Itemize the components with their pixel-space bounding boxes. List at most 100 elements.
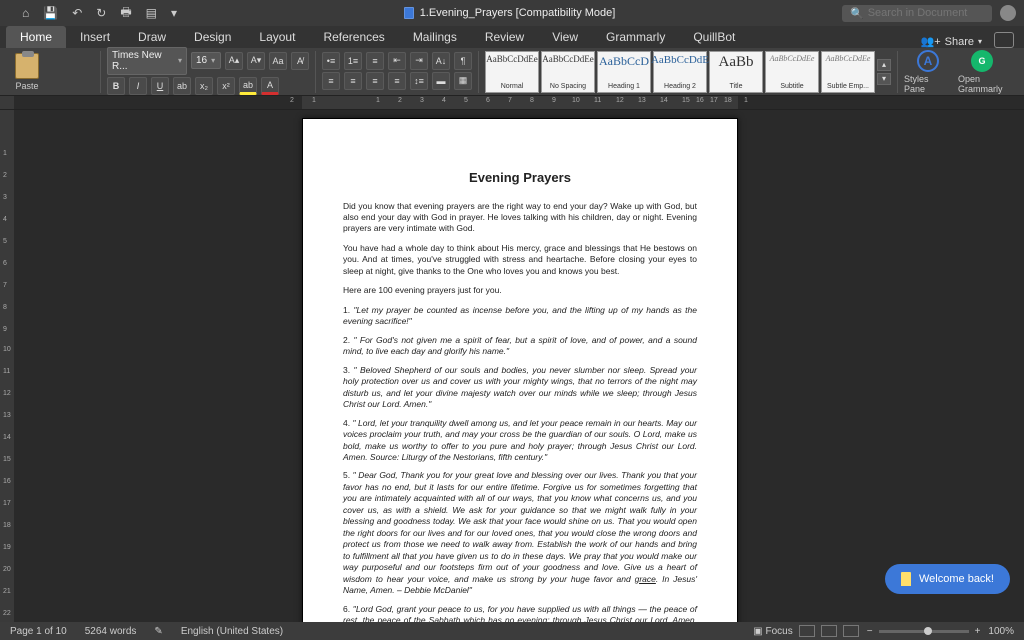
share-icon: 👥+ <box>921 35 941 48</box>
prayer-4: 4. " Lord, let your tranquility dwell am… <box>343 418 697 464</box>
zoom-slider[interactable] <box>879 630 969 633</box>
change-case-button[interactable]: Aa <box>269 52 287 70</box>
prayer-3: 3. " Beloved Shepherd of our souls and b… <box>343 365 697 411</box>
redo-icon[interactable]: ↻ <box>96 6 106 20</box>
word-count[interactable]: 5264 words <box>85 626 137 637</box>
web-layout-icon[interactable] <box>843 625 859 637</box>
strikethrough-button[interactable]: ab <box>173 77 191 95</box>
print-layout-icon[interactable] <box>821 625 837 637</box>
tab-quillbot[interactable]: QuillBot <box>679 26 749 48</box>
style-title[interactable]: AaBbTitle <box>709 51 763 93</box>
tab-design[interactable]: Design <box>180 26 245 48</box>
prayer-5: 5. " Dear God, Thank you for your great … <box>343 470 697 596</box>
style-heading1[interactable]: AaBbCcDHeading 1 <box>597 51 651 93</box>
intro-para-2: You have had a whole day to think about … <box>343 243 697 277</box>
clipboard-icon <box>15 53 39 79</box>
page-indicator[interactable]: Page 1 of 10 <box>10 626 67 637</box>
search-input[interactable] <box>868 7 984 19</box>
status-bar: Page 1 of 10 5264 words ✎ English (Unite… <box>0 622 1024 640</box>
user-avatar[interactable] <box>1000 5 1016 21</box>
align-center-button[interactable]: ≡ <box>344 72 362 90</box>
align-right-button[interactable]: ≡ <box>366 72 384 90</box>
quick-access-toolbar: ⌂ 💾 ↶ ↻ 🖶 ▤ ▾ <box>0 3 177 24</box>
prayer-1: 1. "Let my prayer be counted as incense … <box>343 305 697 328</box>
language-indicator[interactable]: English (United States) <box>181 626 283 637</box>
font-name-select[interactable]: Times New R...▾ <box>107 47 187 75</box>
tab-layout[interactable]: Layout <box>245 26 309 48</box>
tab-draw[interactable]: Draw <box>124 26 180 48</box>
horizontal-ruler[interactable]: 21 12 34 56 78 910 1112 1314 1516 1718 1 <box>0 96 1024 110</box>
activity-icon[interactable] <box>994 32 1014 48</box>
zoom-in-button[interactable]: + <box>975 626 981 637</box>
paste-button[interactable]: Paste <box>6 53 48 91</box>
tab-mailings[interactable]: Mailings <box>399 26 471 48</box>
underline-button[interactable]: U <box>151 77 169 95</box>
borders-button[interactable]: ▦ <box>454 72 472 90</box>
tab-references[interactable]: References <box>309 26 398 48</box>
welcome-toast[interactable]: Welcome back! <box>885 564 1010 594</box>
zoom-out-button[interactable]: − <box>867 626 873 637</box>
word-doc-icon <box>404 7 414 19</box>
superscript-button[interactable]: x² <box>217 77 235 95</box>
highlight-button[interactable]: ab <box>239 77 257 95</box>
zoom-level[interactable]: 100% <box>988 626 1014 637</box>
grow-font-button[interactable]: A▴ <box>225 52 243 70</box>
bookmark-icon <box>901 572 911 586</box>
spell-check-icon[interactable]: ✎ <box>154 626 162 637</box>
shading-button[interactable]: ▬ <box>432 72 450 90</box>
style-normal[interactable]: AaBbCcDdEeNormal <box>485 51 539 93</box>
style-heading2[interactable]: AaBbCcDdEHeading 2 <box>653 51 707 93</box>
preview-icon[interactable]: ▤ <box>146 6 157 20</box>
style-no-spacing[interactable]: AaBbCcDdEeNo Spacing <box>541 51 595 93</box>
indent-left-button[interactable]: ⇤ <box>388 52 406 70</box>
search-box[interactable]: 🔍 <box>842 5 992 22</box>
style-subtitle[interactable]: AaBbCcDdEeSubtitle <box>765 51 819 93</box>
numbering-button[interactable]: 1≡ <box>344 52 362 70</box>
sort-button[interactable]: A↓ <box>432 52 450 70</box>
grammarly-icon: G <box>971 50 993 72</box>
intro-para-1: Did you know that evening prayers are th… <box>343 201 697 235</box>
font-color-button[interactable]: A <box>261 77 279 95</box>
styles-gallery: AaBbCcDdEeNormal AaBbCcDdEeNo Spacing Aa… <box>485 51 891 93</box>
title-bar: ⌂ 💾 ↶ ↻ 🖶 ▤ ▾ 1.Evening_Prayers [Compati… <box>0 0 1024 26</box>
tab-home[interactable]: Home <box>6 26 66 48</box>
styles-pane-button[interactable]: A Styles Pane <box>904 50 952 94</box>
undo-icon[interactable]: ↶ <box>72 6 82 20</box>
document-page[interactable]: Evening Prayers Did you know that evenin… <box>302 118 738 622</box>
font-group: Times New R...▾ 16▾ A▴ A▾ Aa A̸ B I U ab… <box>107 47 309 97</box>
shrink-font-button[interactable]: A▾ <box>247 52 265 70</box>
focus-mode[interactable]: ▣ Focus <box>753 626 792 637</box>
document-title: 1.Evening_Prayers [Compatibility Mode] <box>177 7 842 19</box>
open-grammarly-button[interactable]: G Open Grammarly <box>958 50 1006 94</box>
multilevel-button[interactable]: ≡ <box>366 52 384 70</box>
styles-more[interactable]: ▴▾ <box>877 51 891 93</box>
tab-grammarly[interactable]: Grammarly <box>592 26 679 48</box>
line-spacing-button[interactable]: ↕≡ <box>410 72 428 90</box>
vertical-ruler[interactable]: 12 34 56 78 910 1112 1314 1516 1718 1920… <box>0 110 14 622</box>
home-icon[interactable]: ⌂ <box>22 6 29 20</box>
prayer-6: 6. "Lord God, grant your peace to us, fo… <box>343 604 697 622</box>
clear-format-button[interactable]: A̸ <box>291 52 309 70</box>
justify-button[interactable]: ≡ <box>388 72 406 90</box>
print-icon[interactable]: 🖶 <box>120 3 131 24</box>
paragraph-group: •≡ 1≡ ≡ ⇤ ⇥ A↓ ¶ ≡ ≡ ≡ ≡ ↕≡ ▬ ▦ <box>322 52 472 92</box>
align-left-button[interactable]: ≡ <box>322 72 340 90</box>
search-icon: 🔍 <box>850 7 864 20</box>
tab-view[interactable]: View <box>538 26 592 48</box>
show-marks-button[interactable]: ¶ <box>454 52 472 70</box>
prayer-2: 2. " For God's not given me a spirit of … <box>343 335 697 358</box>
read-mode-icon[interactable] <box>799 625 815 637</box>
tab-insert[interactable]: Insert <box>66 26 124 48</box>
styles-pane-icon: A <box>917 50 939 72</box>
share-button[interactable]: 👥+Share▾ <box>921 35 983 48</box>
font-size-select[interactable]: 16▾ <box>191 52 221 69</box>
style-subtle-emphasis[interactable]: AaBbCcDdEeSubtle Emp... <box>821 51 875 93</box>
bullets-button[interactable]: •≡ <box>322 52 340 70</box>
bold-button[interactable]: B <box>107 77 125 95</box>
subscript-button[interactable]: x₂ <box>195 77 213 95</box>
indent-right-button[interactable]: ⇥ <box>410 52 428 70</box>
italic-button[interactable]: I <box>129 77 147 95</box>
save-icon[interactable]: 💾 <box>43 6 58 20</box>
tab-review[interactable]: Review <box>471 26 538 48</box>
ribbon-tabs: Home Insert Draw Design Layout Reference… <box>0 26 1024 48</box>
